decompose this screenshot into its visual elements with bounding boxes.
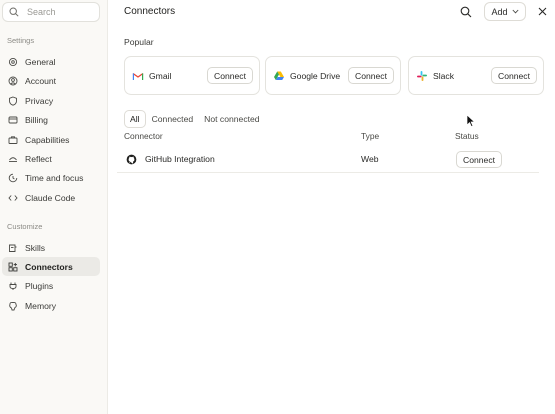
sidebar-item-claude-code[interactable]: Claude Code [2,188,100,207]
github-icon [126,154,137,165]
connect-github-button[interactable]: Connect [456,151,503,168]
connector-name: Slack [433,70,455,81]
sidebar-item-label: Claude Code [25,192,76,203]
main-panel: Connectors Add Popular Gmail Connect Goo… [109,0,555,414]
sidebar-item-time-and-focus[interactable]: Time and focus [2,168,100,187]
sidebar-item-connectors[interactable]: Connectors [2,257,100,276]
user-icon [8,76,18,86]
gmail-icon [132,70,144,82]
search-icon[interactable] [460,6,472,18]
sidebar-item-privacy[interactable]: Privacy [2,91,100,110]
add-button-label: Add [491,6,508,17]
sidebar-item-label: Billing [25,114,48,125]
sidebar-item-reflect[interactable]: Reflect [2,149,100,168]
search-box[interactable]: Search [2,2,100,22]
close-icon[interactable] [537,6,548,17]
sidebar-item-label: Plugins [25,280,54,291]
section-label-customize: Customize [7,222,43,231]
google-drive-icon [273,70,285,82]
sidebar-item-label: Memory [25,300,57,311]
sidebar-item-label: Connectors [25,261,73,272]
skills-icon [8,243,18,253]
sidebar-item-capabilities[interactable]: Capabilities [2,130,100,149]
sidebar-item-label: Skills [25,242,46,253]
sidebar-item-label: Account [25,75,57,86]
sidebar-item-label: General [25,56,56,67]
sidebar-item-skills[interactable]: Skills [2,238,100,257]
sidebar: Search Settings General Account Privacy … [0,0,108,414]
page-title: Connectors [124,6,176,17]
search-placeholder: Search [27,7,56,17]
connector-name: Gmail [149,70,172,81]
filter-tabs: All Connected Not connected [124,110,266,128]
sidebar-item-label: Privacy [25,95,54,106]
card-icon [8,115,18,125]
tab-all[interactable]: All [124,110,146,128]
reflect-icon [8,154,18,164]
sidebar-item-label: Reflect [25,153,52,164]
sidebar-item-billing[interactable]: Billing [2,110,100,129]
connector-card-google-drive: Google Drive Connect [265,56,401,95]
connect-gmail-button[interactable]: Connect [206,67,253,84]
code-icon [8,193,18,203]
sidebar-item-plugins[interactable]: Plugins [2,276,100,295]
connect-google-drive-button[interactable]: Connect [347,67,394,84]
popular-label: Popular [124,37,154,47]
section-label-settings: Settings [7,36,35,45]
sidebar-item-memory[interactable]: Memory [2,296,100,315]
sidebar-item-label: Capabilities [25,134,70,145]
connector-card-slack: Slack Connect [408,56,544,95]
sidebar-item-general[interactable]: General [2,52,100,71]
column-header-type: Type [361,131,380,141]
briefcase-icon [8,135,18,145]
gear-icon [8,57,18,67]
sidebar-item-label: Time and focus [25,172,84,183]
chevron-down-icon [511,9,519,14]
shield-icon [8,96,18,106]
sidebar-item-account[interactable]: Account [2,71,100,90]
connectors-icon [8,262,18,272]
connector-card-gmail: Gmail Connect [124,56,260,95]
mouse-cursor-icon [466,114,476,128]
memory-icon [8,301,18,311]
tab-connected[interactable]: Connected [147,111,199,127]
search-icon [9,7,19,17]
clock-icon [8,173,18,183]
connector-name: GitHub Integration [145,154,215,164]
plug-icon [8,281,18,291]
connector-type: Web [361,154,379,164]
add-button[interactable]: Add [484,2,526,21]
tab-not-connected[interactable]: Not connected [199,111,264,127]
column-header-status: Status [455,131,479,141]
table-row[interactable]: GitHub Integration Web Connect [117,148,539,173]
slack-icon [416,70,428,82]
column-header-connector: Connector [124,131,163,141]
connector-name: Google Drive [290,70,341,81]
connect-slack-button[interactable]: Connect [490,67,537,84]
